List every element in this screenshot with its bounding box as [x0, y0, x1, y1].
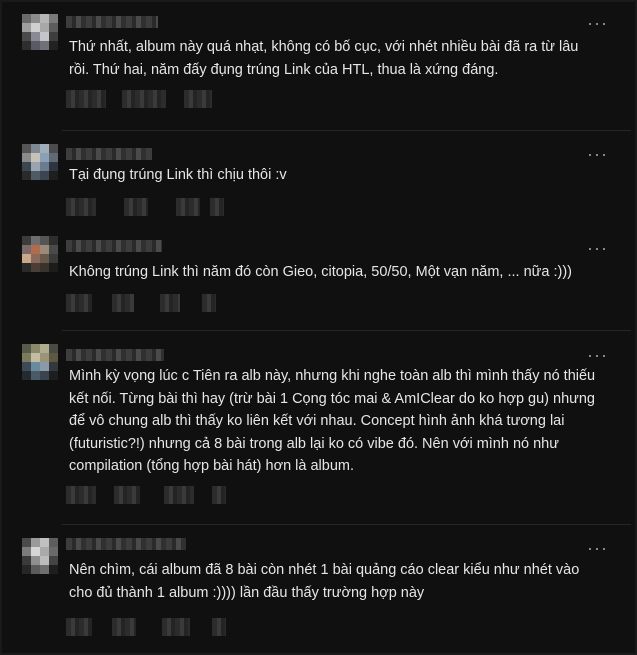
commenter-name[interactable]	[66, 349, 164, 361]
more-options-icon[interactable]: ···	[587, 145, 607, 163]
comment-actions[interactable]	[66, 294, 216, 312]
divider	[62, 330, 631, 331]
avatar[interactable]	[22, 236, 58, 272]
comment-text: Không trúng Link thì năm đó còn Gieo, ci…	[69, 264, 572, 280]
avatar[interactable]	[22, 144, 58, 180]
commenter-name[interactable]	[66, 148, 152, 160]
divider	[62, 524, 631, 525]
avatar[interactable]	[22, 538, 58, 574]
commenter-name[interactable]	[66, 538, 186, 550]
avatar[interactable]	[22, 14, 58, 50]
more-options-icon[interactable]: ···	[587, 346, 607, 364]
comment-actions[interactable]	[66, 90, 216, 108]
comment-thread: ··· Thứ nhất, album này quá nhạt, không …	[0, 0, 637, 655]
more-options-icon[interactable]: ···	[587, 14, 607, 32]
comment-actions[interactable]	[66, 486, 226, 504]
avatar[interactable]	[22, 344, 58, 380]
comment-text: Thứ nhất, album này quá nhạt, không có b…	[69, 39, 579, 78]
divider	[62, 130, 631, 131]
comment-text: Nên chìm, cái album đã 8 bài còn nhét 1 …	[69, 562, 580, 601]
more-options-icon[interactable]: ···	[587, 539, 607, 557]
comment-text: Tại đụng trúng Link thì chịu thôi :v	[69, 167, 287, 183]
comment-text: Mình kỳ vọng lúc c Tiên ra alb này, nhưn…	[69, 368, 596, 474]
comment-actions[interactable]	[66, 618, 226, 636]
commenter-name[interactable]	[66, 240, 162, 252]
more-options-icon[interactable]: ···	[587, 239, 607, 257]
comment-actions[interactable]	[66, 198, 226, 216]
commenter-name[interactable]	[66, 16, 158, 28]
